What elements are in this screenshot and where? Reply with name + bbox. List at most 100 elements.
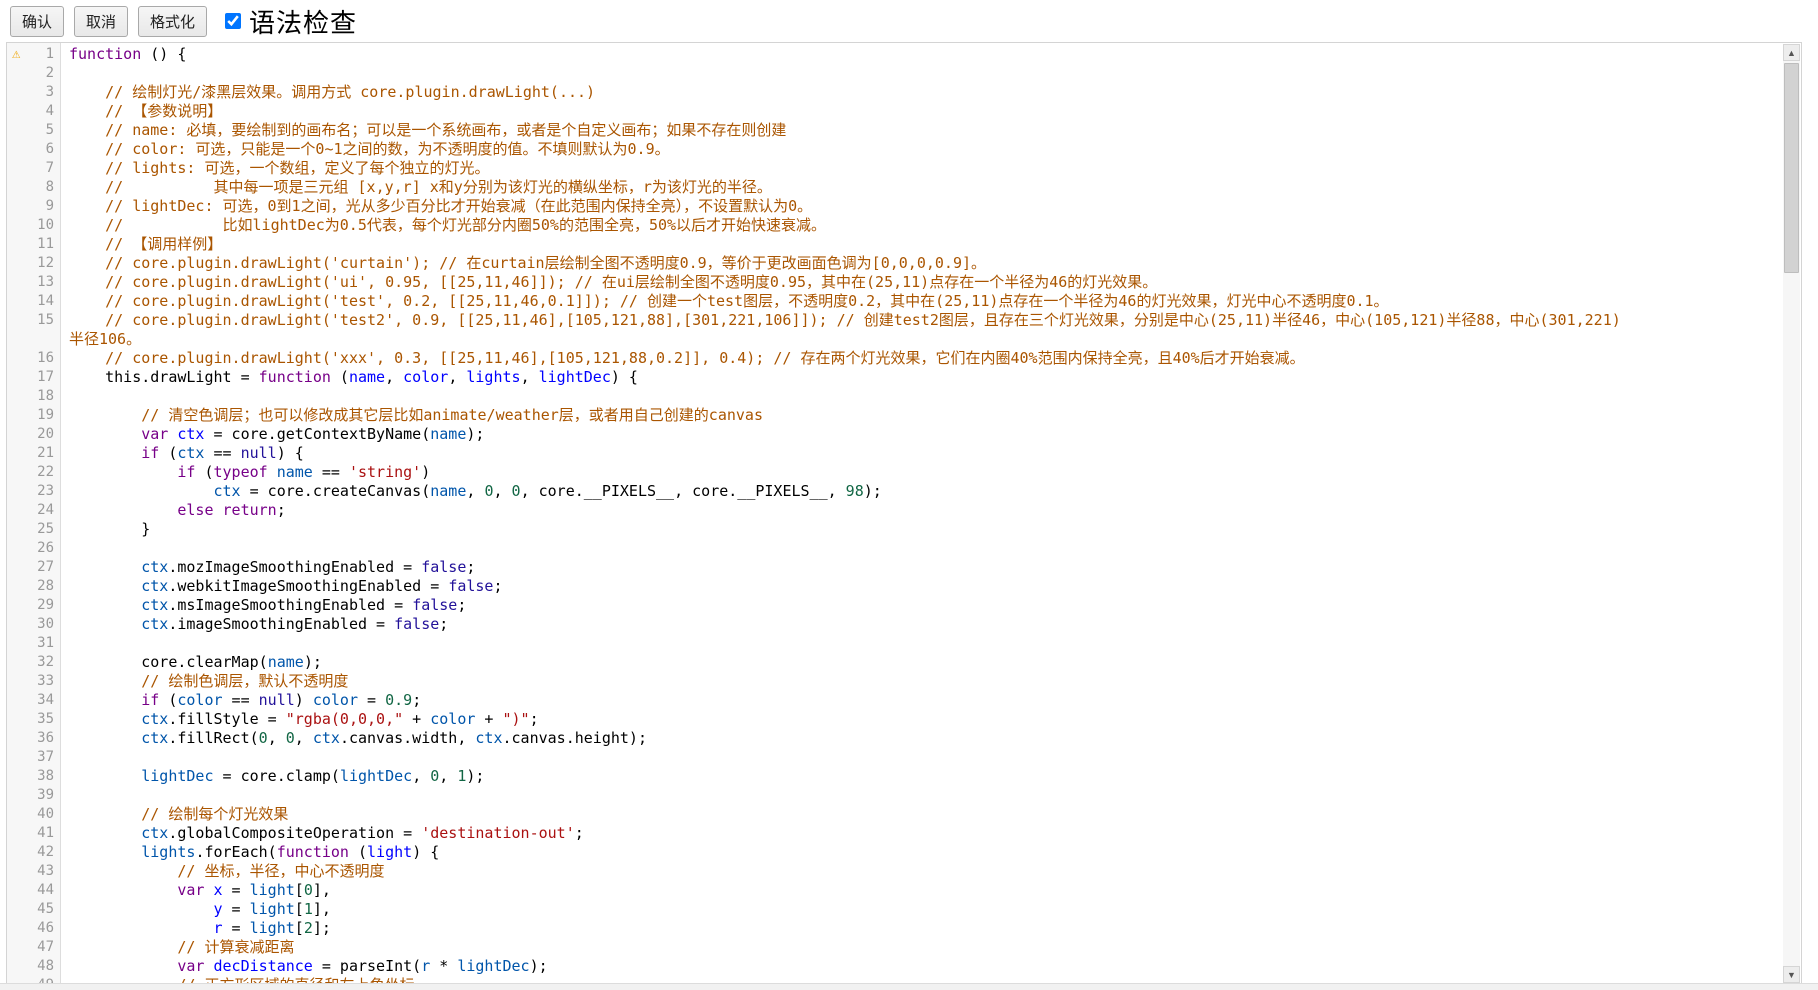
line-number: 39 <box>7 786 60 805</box>
code-line[interactable]: 32 core.clearMap(name); <box>7 653 1781 672</box>
code-text: r = light[2]; <box>60 919 331 938</box>
code-line[interactable]: 22 if (typeof name == 'string') <box>7 463 1781 482</box>
code-text: ctx.globalCompositeOperation = 'destinat… <box>60 824 584 843</box>
code-text: ctx.fillStyle = "rgba(0,0,0," + color + … <box>60 710 539 729</box>
code-line[interactable]: 44 var x = light[0], <box>7 881 1781 900</box>
code-line[interactable]: 40 // 绘制每个灯光效果 <box>7 805 1781 824</box>
line-number: 20 <box>7 425 60 444</box>
code-line[interactable]: 10 // 比如lightDec为0.5代表，每个灯光部分内圈50%的范围全亮，… <box>7 216 1781 235</box>
code-line[interactable]: 7 // lights: 可选，一个数组，定义了每个独立的灯光。 <box>7 159 1781 178</box>
code-text: // 【调用样例】 <box>60 235 222 254</box>
code-text: this.drawLight = function (name, color, … <box>60 368 638 387</box>
code-text: // core.plugin.drawLight('test', 0.2, [[… <box>60 292 1389 311</box>
code-line[interactable]: 43 // 坐标，半径，中心不透明度 <box>7 862 1781 881</box>
code-line[interactable]: 28 ctx.webkitImageSmoothingEnabled = fal… <box>7 577 1781 596</box>
code-line[interactable]: 39 <box>7 786 1781 805</box>
code-line[interactable]: 47 // 计算衰减距离 <box>7 938 1781 957</box>
scroll-up-icon[interactable]: ▲ <box>1783 44 1800 61</box>
code-line[interactable]: 4 // 【参数说明】 <box>7 102 1781 121</box>
code-line[interactable]: 27 ctx.mozImageSmoothingEnabled = false; <box>7 558 1781 577</box>
code-line[interactable]: 13 // core.plugin.drawLight('ui', 0.95, … <box>7 273 1781 292</box>
code-line[interactable]: 8 // 其中每一项是三元组 [x,y,r] x和y分别为该灯光的横纵坐标，r为… <box>7 178 1781 197</box>
code-text: var decDistance = parseInt(r * lightDec)… <box>60 957 548 976</box>
code-line[interactable]: 38 lightDec = core.clamp(lightDec, 0, 1)… <box>7 767 1781 786</box>
line-number: 28 <box>7 577 60 596</box>
line-number: 37 <box>7 748 60 767</box>
code-line[interactable]: 20 var ctx = core.getContextByName(name)… <box>7 425 1781 444</box>
line-number <box>7 330 60 349</box>
scroll-down-icon[interactable]: ▼ <box>1783 966 1800 983</box>
code-text: var x = light[0], <box>60 881 331 900</box>
cancel-button[interactable]: 取消 <box>74 6 128 37</box>
code-line[interactable]: 30 ctx.imageSmoothingEnabled = false; <box>7 615 1781 634</box>
code-line[interactable]: 12 // core.plugin.drawLight('curtain'); … <box>7 254 1781 273</box>
code-lines[interactable]: 1⚠function () {23 // 绘制灯光/漆黑层效果。调用方式 cor… <box>7 45 1781 990</box>
code-line[interactable]: 21 if (ctx == null) { <box>7 444 1781 463</box>
line-number: 15 <box>7 311 60 330</box>
code-line[interactable]: 46 r = light[2]; <box>7 919 1781 938</box>
line-number: 11 <box>7 235 60 254</box>
code-line[interactable]: 1⚠function () { <box>7 45 1781 64</box>
code-line[interactable]: 26 <box>7 539 1781 558</box>
code-text: function () { <box>60 45 186 64</box>
line-number: 40 <box>7 805 60 824</box>
code-text: // 绘制每个灯光效果 <box>60 805 288 824</box>
code-line[interactable]: 25 } <box>7 520 1781 539</box>
code-text: var ctx = core.getContextByName(name); <box>60 425 484 444</box>
code-line[interactable]: 31 <box>7 634 1781 653</box>
code-line[interactable]: 16 // core.plugin.drawLight('xxx', 0.3, … <box>7 349 1781 368</box>
line-number: 25 <box>7 520 60 539</box>
code-text: // color: 可选，只能是一个0~1之间的数，为不透明度的值。不填则默认为… <box>60 140 670 159</box>
code-line[interactable]: 2 <box>7 64 1781 83</box>
code-text: // 绘制色调层，默认不透明度 <box>60 672 348 691</box>
horizontal-scrollbar[interactable] <box>0 983 1818 990</box>
code-text: if (ctx == null) { <box>60 444 304 463</box>
format-button[interactable]: 格式化 <box>138 6 207 37</box>
line-number: 48 <box>7 957 60 976</box>
code-line[interactable]: 36 ctx.fillRect(0, 0, ctx.canvas.width, … <box>7 729 1781 748</box>
code-line[interactable]: 9 // lightDec: 可选，0到1之间，光从多少百分比才开始衰减（在此范… <box>7 197 1781 216</box>
line-number: 29 <box>7 596 60 615</box>
code-line[interactable]: 半径106。 <box>7 330 1781 349</box>
line-number: 8 <box>7 178 60 197</box>
confirm-button[interactable]: 确认 <box>10 6 64 37</box>
code-line[interactable]: 33 // 绘制色调层，默认不透明度 <box>7 672 1781 691</box>
code-line[interactable]: 6 // color: 可选，只能是一个0~1之间的数，为不透明度的值。不填则默… <box>7 140 1781 159</box>
code-line[interactable]: 45 y = light[1], <box>7 900 1781 919</box>
code-line[interactable]: 35 ctx.fillStyle = "rgba(0,0,0," + color… <box>7 710 1781 729</box>
code-line[interactable]: 42 lights.forEach(function (light) { <box>7 843 1781 862</box>
syntax-check-checkbox[interactable] <box>225 13 241 29</box>
code-text <box>60 64 69 83</box>
vertical-scrollbar-thumb[interactable] <box>1784 63 1799 273</box>
code-line[interactable]: 34 if (color == null) color = 0.9; <box>7 691 1781 710</box>
code-editor[interactable]: 1⚠function () {23 // 绘制灯光/漆黑层效果。调用方式 cor… <box>6 42 1802 990</box>
code-text: ctx.imageSmoothingEnabled = false; <box>60 615 448 634</box>
code-line[interactable]: 24 else return; <box>7 501 1781 520</box>
line-number: 31 <box>7 634 60 653</box>
code-line[interactable]: 17 this.drawLight = function (name, colo… <box>7 368 1781 387</box>
code-line[interactable]: 29 ctx.msImageSmoothingEnabled = false; <box>7 596 1781 615</box>
code-text: // 计算衰减距离 <box>60 938 294 957</box>
line-number: 6 <box>7 140 60 159</box>
code-line[interactable]: 23 ctx = core.createCanvas(name, 0, 0, c… <box>7 482 1781 501</box>
code-text: // 清空色调层；也可以修改成其它层比如animate/weather层，或者用… <box>60 406 763 425</box>
code-line[interactable]: 3 // 绘制灯光/漆黑层效果。调用方式 core.plugin.drawLig… <box>7 83 1781 102</box>
code-text: ctx = core.createCanvas(name, 0, 0, core… <box>60 482 882 501</box>
code-line[interactable]: 5 // name: 必填，要绘制到的画布名；可以是一个系统画布，或者是个自定义… <box>7 121 1781 140</box>
code-line[interactable]: 48 var decDistance = parseInt(r * lightD… <box>7 957 1781 976</box>
code-line[interactable]: 37 <box>7 748 1781 767</box>
code-line[interactable]: 18 <box>7 387 1781 406</box>
code-text: else return; <box>60 501 286 520</box>
line-number: 12 <box>7 254 60 273</box>
code-line[interactable]: 11 // 【调用样例】 <box>7 235 1781 254</box>
syntax-check-label[interactable]: 语法检查 <box>249 3 357 40</box>
line-number: 44 <box>7 881 60 900</box>
code-line[interactable]: 14 // core.plugin.drawLight('test', 0.2,… <box>7 292 1781 311</box>
vertical-scrollbar[interactable]: ▲ ▼ <box>1783 44 1800 983</box>
code-line[interactable]: 19 // 清空色调层；也可以修改成其它层比如animate/weather层，… <box>7 406 1781 425</box>
line-number: 17 <box>7 368 60 387</box>
code-text: if (typeof name == 'string') <box>60 463 430 482</box>
code-line[interactable]: 15 // core.plugin.drawLight('test2', 0.9… <box>7 311 1781 330</box>
code-line[interactable]: 41 ctx.globalCompositeOperation = 'desti… <box>7 824 1781 843</box>
line-number: 36 <box>7 729 60 748</box>
